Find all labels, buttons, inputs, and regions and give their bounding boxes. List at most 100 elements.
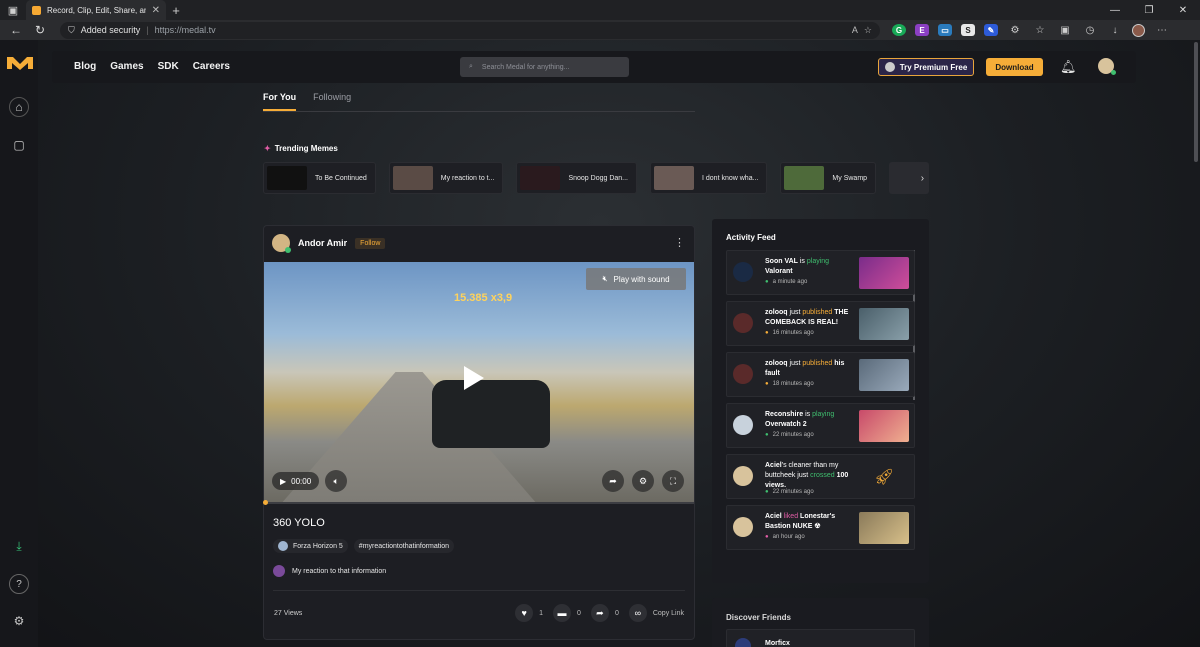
activity-item[interactable]: Aciel's cleaner than my buttcheek just c…: [726, 454, 915, 499]
activity-thumbnail[interactable]: [859, 257, 909, 289]
activity-user[interactable]: Reconshire: [765, 411, 803, 418]
activity-item[interactable]: Soon VAL is playing Valorant ● a minute ag…: [726, 250, 915, 295]
activity-target[interactable]: Overwatch 2: [765, 421, 807, 428]
activity-avatar[interactable]: [733, 517, 753, 537]
share-video-icon[interactable]: ➦: [602, 470, 624, 492]
volume-icon[interactable]: 🔈︎: [325, 470, 348, 492]
extension-screen-icon[interactable]: ▭: [938, 24, 952, 36]
new-tab-icon[interactable]: +: [166, 3, 186, 18]
nav-link-sdk[interactable]: SDK: [158, 61, 179, 72]
post-author-avatar[interactable]: [272, 234, 291, 253]
meme-item[interactable]: To Be Continued: [263, 162, 376, 194]
play-time-control[interactable]: ▶ 00:00: [272, 472, 320, 490]
try-premium-button[interactable]: Try Premium Free: [878, 58, 974, 76]
extensions-puzzle-icon[interactable]: ⚙: [1007, 25, 1023, 36]
history-icon[interactable]: ◷: [1082, 25, 1098, 36]
address-bar[interactable]: ⛉ Added security | https://medal.tv A ☆: [60, 21, 880, 39]
play-with-sound-button[interactable]: 🔇︎ Play with sound: [586, 268, 686, 290]
window-close-icon[interactable]: ✕: [1166, 0, 1200, 20]
friend-suggestion[interactable]: Morficx: [726, 629, 915, 647]
grammarly-icon[interactable]: G: [892, 24, 906, 36]
close-tab-icon[interactable]: ✕: [152, 5, 160, 16]
activity-user[interactable]: Aciel: [765, 462, 782, 469]
favorite-star-icon[interactable]: ☆: [864, 25, 872, 36]
tab-actions-icon[interactable]: ▣: [0, 0, 26, 20]
activity-feed-title: Activity Feed: [726, 233, 776, 242]
memes-next-button[interactable]: ›: [889, 162, 930, 194]
page-scrollbar[interactable]: [1194, 42, 1198, 162]
read-aloud-icon[interactable]: A: [852, 25, 858, 35]
download-app-icon[interactable]: ⤓: [9, 536, 29, 556]
refresh-icon[interactable]: ↻: [30, 21, 50, 39]
clip-sound[interactable]: My reaction to that information: [273, 565, 386, 577]
extension-pen-icon[interactable]: ✎: [984, 24, 998, 36]
nav-link-careers[interactable]: Careers: [193, 61, 230, 72]
activity-user[interactable]: Soon VAL: [765, 258, 798, 265]
activity-item[interactable]: Aciel liked Lonestar's Bastion NUKE ☢ ● an…: [726, 505, 915, 550]
browser-menu-icon[interactable]: ⋯: [1154, 25, 1170, 36]
chat-icon[interactable]: ▢: [9, 135, 29, 155]
meme-item[interactable]: My reaction to t...: [388, 162, 504, 194]
activity-avatar[interactable]: [733, 262, 753, 282]
search-input[interactable]: ⌕ Search Medal for anything...: [460, 57, 629, 77]
fullscreen-icon[interactable]: ⛶: [662, 470, 684, 492]
activity-avatar[interactable]: [733, 364, 753, 384]
meme-item[interactable]: Snoop Dogg Dan...: [516, 162, 637, 194]
medal-logo-icon[interactable]: [7, 55, 33, 71]
extension-s-icon[interactable]: S: [961, 24, 975, 36]
home-icon[interactable]: ⌂: [9, 97, 29, 117]
url-separator: |: [146, 25, 149, 35]
activity-user[interactable]: Aciel: [765, 513, 782, 520]
browser-tab[interactable]: Record, Clip, Edit, Share, and Rel ✕: [26, 0, 166, 20]
activity-text: Aciel liked Lonestar's Bastion NUKE ☢: [765, 512, 857, 532]
video-settings-icon[interactable]: ⚙: [632, 470, 654, 492]
activity-item[interactable]: zolooq just published his fault ● 18 minut…: [726, 352, 915, 397]
hashtag-tag[interactable]: #myreactiontothatinformation: [353, 539, 455, 553]
download-button[interactable]: Download: [986, 58, 1043, 76]
like-button[interactable]: ♥ 1: [515, 604, 543, 622]
extension-e-icon[interactable]: E: [915, 24, 929, 36]
maximize-icon[interactable]: ❐: [1132, 0, 1166, 20]
comment-count: 0: [577, 609, 581, 617]
collections-icon[interactable]: ▣: [1057, 25, 1073, 36]
activity-thumbnail[interactable]: [859, 308, 909, 340]
activity-avatar[interactable]: [733, 313, 753, 333]
activity-thumbnail[interactable]: [859, 359, 909, 391]
profile-avatar[interactable]: [1132, 23, 1145, 37]
user-avatar[interactable]: [1098, 58, 1116, 75]
tab-for-you[interactable]: For You: [263, 92, 297, 111]
progress-handle[interactable]: [263, 500, 268, 505]
video-progress-bar[interactable]: [263, 500, 694, 505]
activity-user[interactable]: zolooq: [765, 309, 788, 316]
post-author-name[interactable]: Andor Amir: [298, 238, 347, 248]
copy-link-button[interactable]: ∞ Copy Link: [628, 604, 684, 622]
activity-target[interactable]: Valorant: [765, 268, 793, 275]
activity-thumbnail[interactable]: [859, 512, 909, 544]
game-tag[interactable]: Forza Horizon 5: [273, 539, 348, 553]
more-options-icon[interactable]: ⋮: [674, 236, 685, 249]
nav-link-blog[interactable]: Blog: [74, 61, 96, 72]
favorites-icon[interactable]: ☆: [1032, 25, 1048, 36]
help-icon[interactable]: ?: [9, 574, 29, 594]
meme-item[interactable]: My Swamp: [780, 162, 877, 194]
play-icon[interactable]: [464, 366, 484, 390]
minimize-icon[interactable]: —: [1098, 0, 1132, 20]
activity-item[interactable]: zolooq just published THE COMEBACK IS RE…: [726, 301, 915, 346]
follow-button[interactable]: Follow: [355, 237, 386, 249]
activity-thumbnail[interactable]: [859, 410, 909, 442]
downloads-icon[interactable]: ↓: [1107, 25, 1123, 36]
activity-type-icon: ●: [765, 489, 769, 495]
activity-user[interactable]: zolooq: [765, 360, 788, 367]
activity-item[interactable]: Reconshire is playing Overwatch 2 ● 22 min…: [726, 403, 915, 448]
settings-gear-icon[interactable]: ⚙: [9, 611, 29, 631]
activity-avatar[interactable]: [733, 466, 753, 486]
notifications-bell-icon[interactable]: 🔔︎: [1060, 59, 1077, 75]
video-player[interactable]: 15.385 x3,9 🔇︎ Play with sound ▶ 00:00 🔈…: [264, 262, 694, 502]
share-button[interactable]: ➦ 0: [590, 604, 619, 622]
comment-button[interactable]: ▬ 0: [553, 604, 581, 622]
activity-avatar[interactable]: [733, 415, 753, 435]
meme-item[interactable]: I dont know wha...: [650, 162, 768, 194]
back-icon[interactable]: ←: [6, 21, 26, 39]
nav-link-games[interactable]: Games: [110, 61, 143, 72]
tab-following[interactable]: Following: [313, 92, 351, 111]
